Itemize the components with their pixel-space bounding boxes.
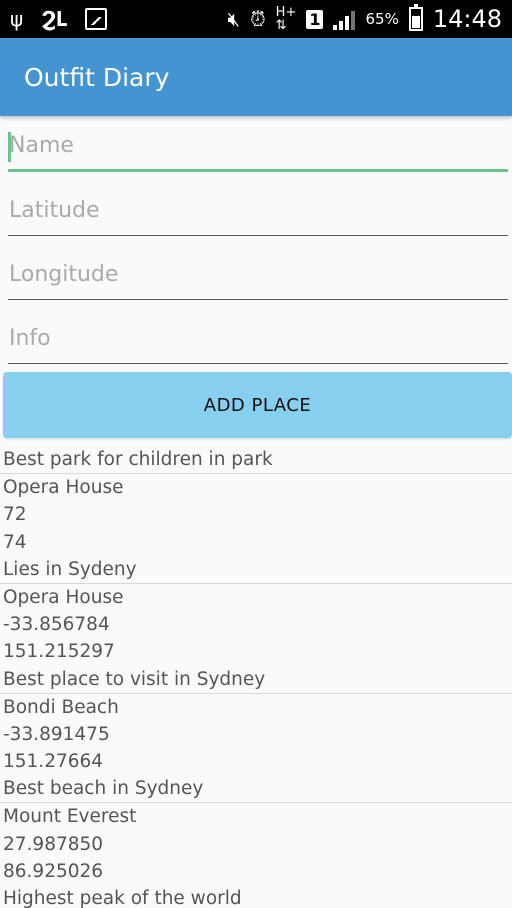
battery-charging-icon — [408, 4, 423, 31]
list-item[interactable]: Opera House 72 74 Lies in Sydeny — [0, 474, 512, 584]
list-item-line: Lies in Sydeny — [3, 558, 137, 580]
list-item-line: -33.856784 — [3, 614, 110, 636]
list-item-line: 151.215297 — [3, 641, 115, 663]
add-place-button[interactable]: ADD PLACE — [3, 372, 512, 438]
list-item-line: 151.27664 — [3, 751, 104, 773]
app-title: Outfit Diary — [24, 62, 170, 92]
usb-icon: ψ — [10, 7, 24, 31]
list-item-line: -33.891475 — [3, 723, 110, 745]
places-list[interactable]: Best park for children in park Opera Hous… — [0, 446, 512, 908]
list-item-line: 74 — [3, 531, 27, 553]
signal-icon — [333, 8, 356, 30]
latitude-input[interactable] — [8, 186, 508, 236]
list-item-line: Highest peak of the world — [3, 888, 242, 908]
list-item-line: Mount Everest — [3, 806, 137, 828]
list-item-line: Opera House — [3, 477, 124, 499]
list-item[interactable]: Opera House -33.856784 151.215297 Best plac… — [0, 584, 512, 694]
status-bar: ψ ϨԼ 🔇︎ ⏰︎ H+ ⇅ 1 65% 14:48 — [0, 0, 512, 38]
image-icon — [85, 8, 108, 30]
list-item-line: Best place to visit in Sydney — [3, 668, 266, 690]
list-item-line: Best park for children in park — [3, 449, 273, 470]
voicemail-icon: ϨԼ — [41, 7, 68, 31]
list-item-line: 27.987850 — [3, 833, 104, 855]
clock: 14:48 — [432, 5, 502, 33]
battery-percent: 65% — [365, 10, 399, 28]
list-item[interactable]: Bondi Beach -33.891475 151.27664 Best beach… — [0, 694, 512, 804]
mute-icon: 🔇︎ — [227, 7, 241, 31]
list-item-line: Bondi Beach — [3, 696, 119, 718]
app-bar: Outfit Diary — [0, 38, 512, 116]
network-hplus-icon: H+ ⇅ — [275, 5, 297, 33]
list-item[interactable]: Mount Everest 27.987850 86.925026 Highest p… — [0, 803, 512, 908]
list-item-line: 72 — [3, 504, 27, 526]
info-input[interactable] — [8, 314, 508, 364]
sim-icon: 1 — [306, 9, 324, 29]
list-item-line: Best beach in Sydney — [3, 778, 204, 800]
list-item-line: Opera House — [3, 586, 124, 608]
list-item[interactable]: Best park for children in park — [0, 446, 512, 475]
longitude-input[interactable] — [8, 250, 508, 300]
list-item-line: 86.925026 — [3, 860, 104, 882]
name-input[interactable] — [8, 122, 508, 172]
alarm-icon: ⏰︎ — [250, 7, 266, 31]
